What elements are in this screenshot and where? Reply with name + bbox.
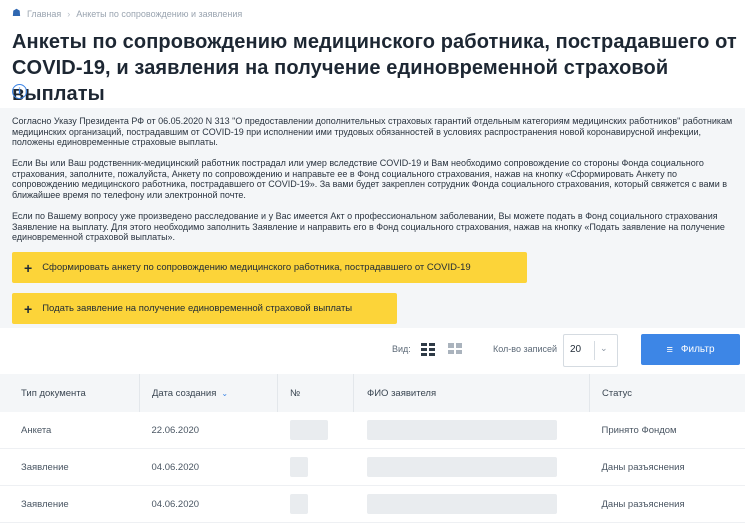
- cell-doc-type: Заявление: [0, 486, 140, 523]
- sort-down-icon[interactable]: ⌄: [221, 389, 228, 398]
- cell-status: Даны разъяснения: [590, 486, 745, 523]
- table-row[interactable]: Заявление 04.06.2020 Даны разъяснения: [0, 449, 745, 486]
- breadcrumb-home[interactable]: Главная: [27, 9, 61, 19]
- filter-icon: ≡: [666, 344, 672, 356]
- cell-created-date: 04.06.2020: [140, 449, 278, 486]
- chevron-down-icon: ⌄: [600, 343, 608, 354]
- cell-status: Даны разъяснения: [590, 449, 745, 486]
- cell-doc-type: Анкета: [0, 412, 140, 449]
- select-divider: [594, 341, 595, 360]
- plus-icon: +: [24, 261, 32, 275]
- plus-icon: +: [24, 302, 32, 316]
- view-label: Вид:: [392, 344, 411, 354]
- cell-number-redacted: [278, 486, 354, 523]
- cell-number-redacted: [278, 412, 354, 449]
- cell-applicant-redacted: [354, 412, 590, 449]
- breadcrumb: ☗ Главная › Анкеты по сопровождению и за…: [12, 8, 242, 19]
- intro-paragraph-2: Если Вы или Ваш родственник-медицинский …: [12, 158, 734, 200]
- table-row[interactable]: Анкета 22.06.2020 Принято Фондом: [0, 412, 745, 449]
- table-row[interactable]: Заявление 04.06.2020 Даны разъяснения: [0, 486, 745, 523]
- intro-paragraph-3: Если по Вашему вопросу уже произведено р…: [12, 211, 734, 243]
- intro-paragraph-1: Согласно Указу Президента РФ от 06.05.20…: [12, 116, 734, 148]
- list-view-icon[interactable]: [421, 343, 435, 354]
- header-applicant-name[interactable]: ФИО заявителя: [354, 374, 590, 412]
- chevron-right-icon: ›: [67, 9, 70, 19]
- info-icon[interactable]: i: [12, 84, 27, 99]
- cell-created-date: 22.06.2020: [140, 412, 278, 449]
- header-doc-type[interactable]: Тип документа: [0, 374, 140, 412]
- cell-number-redacted: [278, 449, 354, 486]
- submit-application-button[interactable]: + Подать заявление на получение единовре…: [12, 293, 397, 324]
- header-status[interactable]: Статус: [590, 374, 745, 412]
- records-count-select[interactable]: 20 ⌄: [563, 334, 618, 367]
- records-count-label: Кол-во записей: [493, 344, 557, 354]
- records-count-value: 20: [570, 344, 581, 355]
- grid-view-icon[interactable]: [448, 343, 462, 354]
- form-questionnaire-button[interactable]: + Сформировать анкету по сопровождению м…: [12, 252, 527, 283]
- table-header-row: Тип документа Дата создания⌄ № ФИО заяви…: [0, 374, 745, 412]
- filter-label: Фильтр: [681, 344, 715, 355]
- cell-applicant-redacted: [354, 486, 590, 523]
- filter-button[interactable]: ≡ Фильтр: [641, 334, 740, 365]
- page-title: Анкеты по сопровождению медицинского раб…: [12, 29, 737, 107]
- cell-applicant-redacted: [354, 449, 590, 486]
- cell-status: Принято Фондом: [590, 412, 745, 449]
- home-icon[interactable]: ☗: [12, 8, 21, 19]
- documents-table: Тип документа Дата создания⌄ № ФИО заяви…: [0, 374, 745, 523]
- submit-application-label: Подать заявление на получение единовреме…: [42, 303, 352, 314]
- header-number[interactable]: №: [278, 374, 354, 412]
- form-questionnaire-label: Сформировать анкету по сопровождению мед…: [42, 262, 471, 273]
- header-created-date[interactable]: Дата создания⌄: [140, 374, 278, 412]
- breadcrumb-current: Анкеты по сопровождению и заявления: [76, 9, 242, 19]
- cell-created-date: 04.06.2020: [140, 486, 278, 523]
- cell-doc-type: Заявление: [0, 449, 140, 486]
